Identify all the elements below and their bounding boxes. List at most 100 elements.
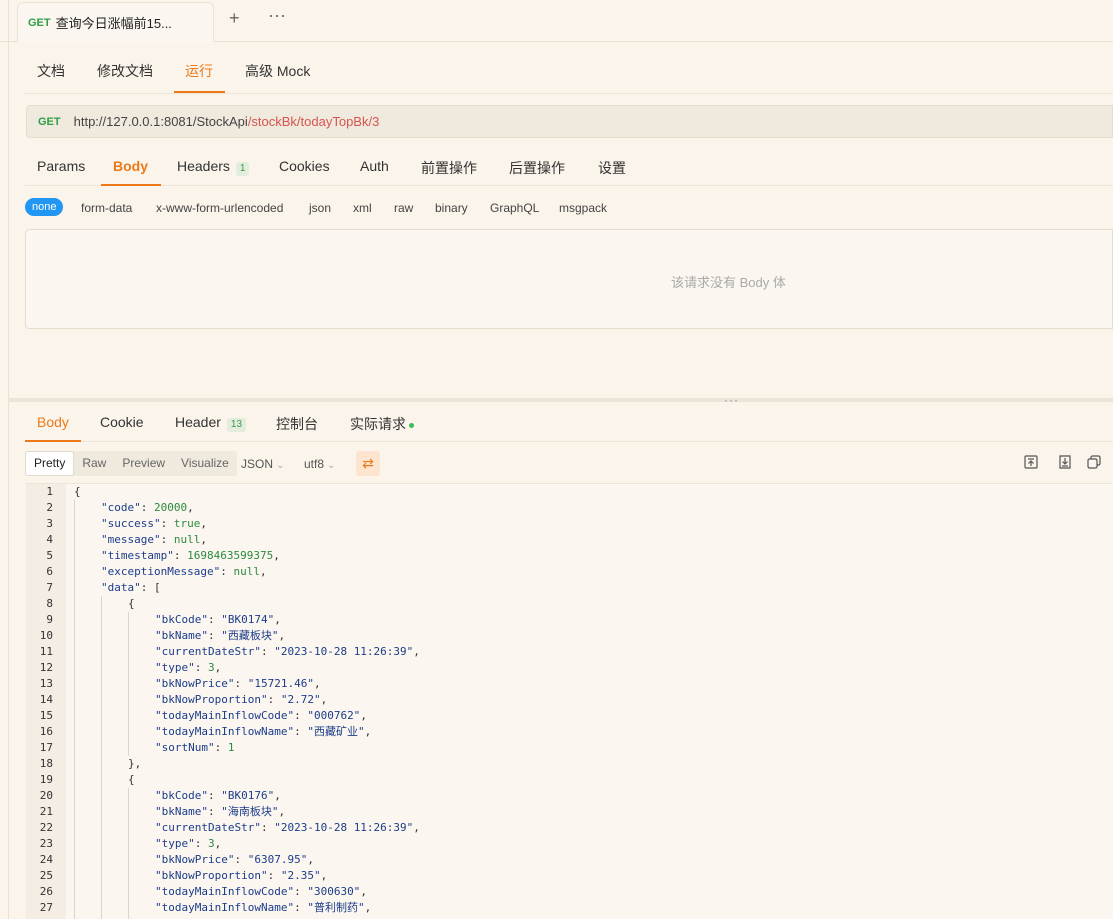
mode-raw[interactable]: Raw xyxy=(74,451,114,476)
code-line: 22 "currentDateStr": "2023-10-28 11:26:39… xyxy=(26,820,1113,836)
code-text: "bkName": "西藏板块", xyxy=(155,629,286,642)
body-type-xml[interactable]: xml xyxy=(353,201,372,215)
tab-response-header-label: Header xyxy=(175,414,221,430)
tab-advanced-mock[interactable]: 高级 Mock xyxy=(245,61,310,81)
tab-cookies[interactable]: Cookies xyxy=(279,158,330,174)
line-number: 8 xyxy=(46,597,53,610)
code-text: "type": 3, xyxy=(155,837,222,850)
tab-post-ops[interactable]: 后置操作 xyxy=(509,158,565,178)
request-tabs: Params Body Headers 1 Cookies Auth 前置操作 后… xyxy=(25,146,1113,186)
code-text: { xyxy=(128,597,135,610)
copy-icon[interactable] xyxy=(1086,454,1102,470)
line-number: 14 xyxy=(39,693,53,706)
empty-body-text: 该请求没有 Body 体 xyxy=(671,275,786,290)
code-line: 3 "success": true, xyxy=(26,516,1113,532)
code-text: "bkCode": "BK0174", xyxy=(155,613,281,626)
line-number: 25 xyxy=(39,869,53,882)
export-icon[interactable] xyxy=(1023,454,1039,470)
body-type-binary[interactable]: binary xyxy=(435,201,468,215)
response-code-view[interactable]: 1{2 "code": 20000, 3 "success": true, 4 "mess… xyxy=(26,483,1113,919)
encoding-dropdown[interactable]: utf8 ⌄ xyxy=(304,457,335,471)
tab-auth[interactable]: Auth xyxy=(360,158,389,174)
code-line: 12 "type": 3, xyxy=(26,660,1113,676)
url-bar[interactable]: GET http://127.0.0.1:8081/StockApi/stock… xyxy=(26,105,1113,138)
line-number: 18 xyxy=(39,757,53,770)
code-text: "bkName": "海南板块", xyxy=(155,805,286,818)
tab-response-cookie[interactable]: Cookie xyxy=(100,414,144,430)
line-number: 11 xyxy=(39,645,53,658)
tab-pre-ops[interactable]: 前置操作 xyxy=(421,158,477,178)
code-text: "todayMainInflowName": "西藏矿业", xyxy=(155,725,372,738)
tab-run[interactable]: 运行 xyxy=(174,61,225,93)
tab-console[interactable]: 控制台 xyxy=(276,414,318,434)
tab-edit-doc[interactable]: 修改文档 xyxy=(97,61,153,81)
code-line: 19 { xyxy=(26,772,1113,788)
body-type-form-data[interactable]: form-data xyxy=(81,201,132,215)
code-line: 7 "data": [ xyxy=(26,580,1113,596)
mode-pretty[interactable]: Pretty xyxy=(25,451,75,476)
code-line: 4 "message": null, xyxy=(26,532,1113,548)
line-number: 20 xyxy=(39,789,53,802)
code-line: 25 "bkNowProportion": "2.35", xyxy=(26,868,1113,884)
tab-method: GET xyxy=(28,16,51,29)
code-line: 9 "bkCode": "BK0174", xyxy=(26,612,1113,628)
code-line: 1{ xyxy=(26,484,1113,500)
code-text: "todayMainInflowCode": "300630", xyxy=(155,885,367,898)
mode-visualize[interactable]: Visualize xyxy=(173,451,237,476)
code-line: 16 "todayMainInflowName": "西藏矿业", xyxy=(26,724,1113,740)
code-line: 13 "bkNowPrice": "15721.46", xyxy=(26,676,1113,692)
format-type-dropdown[interactable]: JSON ⌄ xyxy=(241,457,284,471)
code-text: { xyxy=(128,773,135,786)
code-text: "message": null, xyxy=(101,533,207,546)
download-icon[interactable] xyxy=(1057,454,1073,470)
line-number: 12 xyxy=(39,661,53,674)
code-line: 15 "todayMainInflowCode": "000762", xyxy=(26,708,1113,724)
tab-params[interactable]: Params xyxy=(37,158,85,174)
code-text: "code": 20000, xyxy=(101,501,194,514)
response-tabs: Body Cookie Header 13 控制台 实际请求 xyxy=(25,402,1113,442)
tab-bar: GET 查询今日涨幅前15... + ··· xyxy=(0,0,1113,42)
request-tab[interactable]: GET 查询今日涨幅前15... xyxy=(17,2,214,42)
line-number: 10 xyxy=(39,629,53,642)
tab-response-body[interactable]: Body xyxy=(25,414,81,442)
format-type-label: JSON xyxy=(241,457,274,471)
code-line: 14 "bkNowProportion": "2.72", xyxy=(26,692,1113,708)
body-type-msgpack[interactable]: msgpack xyxy=(559,201,607,215)
line-number: 23 xyxy=(39,837,53,850)
tab-response-header[interactable]: Header 13 xyxy=(175,414,247,432)
mode-preview[interactable]: Preview xyxy=(114,451,173,476)
code-text: { xyxy=(74,485,81,498)
body-type-none[interactable]: none xyxy=(25,198,64,216)
tab-headers[interactable]: Headers 1 xyxy=(177,158,250,176)
code-text: "bkNowPrice": "6307.95", xyxy=(155,853,314,866)
code-text: "currentDateStr": "2023-10-28 11:26:39", xyxy=(155,645,420,658)
code-text: "data": [ xyxy=(101,581,161,594)
code-line: 24 "bkNowPrice": "6307.95", xyxy=(26,852,1113,868)
tab-settings[interactable]: 设置 xyxy=(598,158,626,178)
code-text: "sortNum": 1 xyxy=(155,741,235,754)
line-number: 7 xyxy=(46,581,53,594)
tab-actual-request[interactable]: 实际请求 xyxy=(350,414,414,434)
chevron-down-icon: ⌄ xyxy=(276,460,285,471)
line-number: 9 xyxy=(46,613,53,626)
body-type-raw[interactable]: raw xyxy=(394,201,413,215)
url-method[interactable]: GET xyxy=(38,116,61,128)
wrap-lines-icon[interactable]: ⇄ xyxy=(356,451,380,476)
code-text: "bkNowProportion": "2.72", xyxy=(155,693,328,706)
plus-icon[interactable]: + xyxy=(229,8,240,29)
code-line: 6 "exceptionMessage": null, xyxy=(26,564,1113,580)
code-text: "todayMainInflowName": "普利制药", xyxy=(155,901,372,914)
code-line: 23 "type": 3, xyxy=(26,836,1113,852)
more-icon[interactable]: ··· xyxy=(268,5,286,26)
body-type-urlencoded[interactable]: x-www-form-urlencoded xyxy=(156,201,283,215)
body-type-json[interactable]: json xyxy=(309,201,331,215)
url-base: http://127.0.0.1:8081/StockApi xyxy=(73,114,248,129)
code-line: 17 "sortNum": 1 xyxy=(26,740,1113,756)
doc-tabs: 文档 修改文档 运行 高级 Mock xyxy=(25,46,1113,94)
code-line: 27 "todayMainInflowName": "普利制药", xyxy=(26,900,1113,916)
tab-doc[interactable]: 文档 xyxy=(37,61,65,81)
code-text: "bkCode": "BK0176", xyxy=(155,789,281,802)
body-type-graphql[interactable]: GraphQL xyxy=(490,201,539,215)
tab-body[interactable]: Body xyxy=(101,158,161,186)
line-number: 4 xyxy=(46,533,53,546)
